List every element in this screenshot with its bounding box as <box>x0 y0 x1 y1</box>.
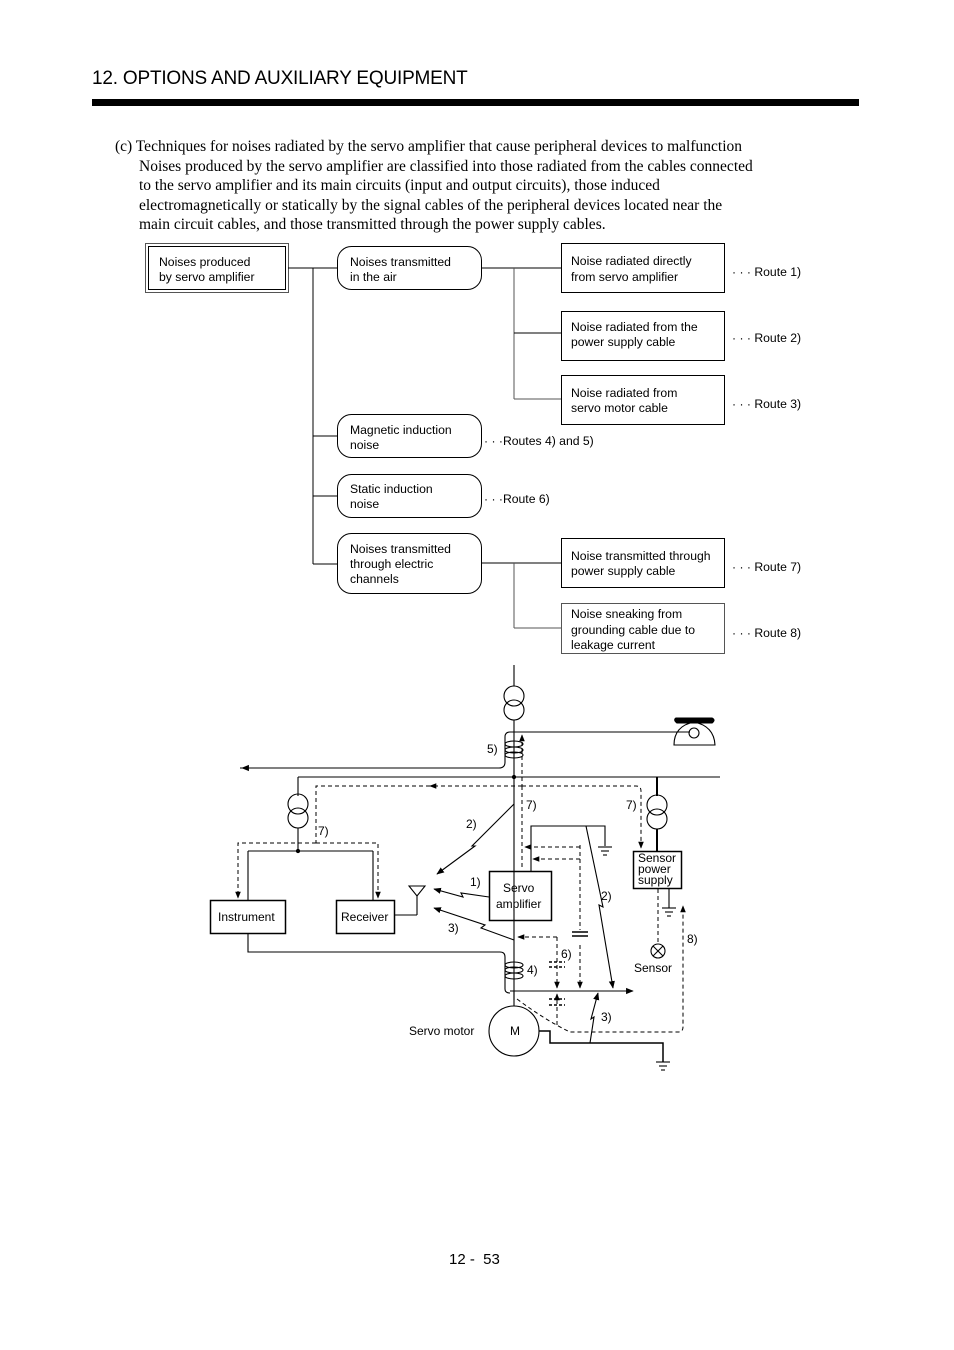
servo-motor-label: Servo motor <box>409 1024 474 1038</box>
route-marker: 6) <box>561 947 572 961</box>
motor-symbol: M <box>510 1024 520 1038</box>
route-marker: 7) <box>626 798 637 812</box>
route-marker: 5) <box>487 742 498 756</box>
route-marker: 7) <box>526 798 537 812</box>
sensor-transformer-icon <box>646 794 668 830</box>
sensor-label: Sensor <box>634 961 672 975</box>
servo-amplifier-label: Servo <box>503 881 535 895</box>
sensor-icon <box>650 943 666 959</box>
route-marker: 4) <box>527 963 538 977</box>
main-transformer-icon <box>503 685 525 721</box>
ground-icon-amp <box>598 846 612 856</box>
instrument-transformer-icon <box>287 793 309 829</box>
ground-icon-sensor <box>662 907 676 917</box>
receiver-label: Receiver <box>341 910 388 924</box>
route-marker: 8) <box>687 932 698 946</box>
noise-route-diagram: Instrument Receiver Servo amplifier Sens… <box>209 665 720 1071</box>
servo-amplifier-box <box>488 870 553 922</box>
sensor-ps-label: supply <box>638 873 673 887</box>
instrument-label: Instrument <box>218 910 275 924</box>
route-marker: 2) <box>466 817 477 831</box>
route-marker: 2) <box>601 889 612 903</box>
route-marker: 1) <box>470 875 481 889</box>
page-number: 12 - 53 <box>449 1251 500 1268</box>
route-marker: 3) <box>448 921 459 935</box>
antenna-icon <box>407 885 427 915</box>
route-marker: 7) <box>318 824 329 838</box>
route-marker: 3) <box>601 1010 612 1024</box>
ground-icon-motor <box>656 1061 670 1071</box>
servo-amplifier-label: amplifier <box>496 897 541 911</box>
